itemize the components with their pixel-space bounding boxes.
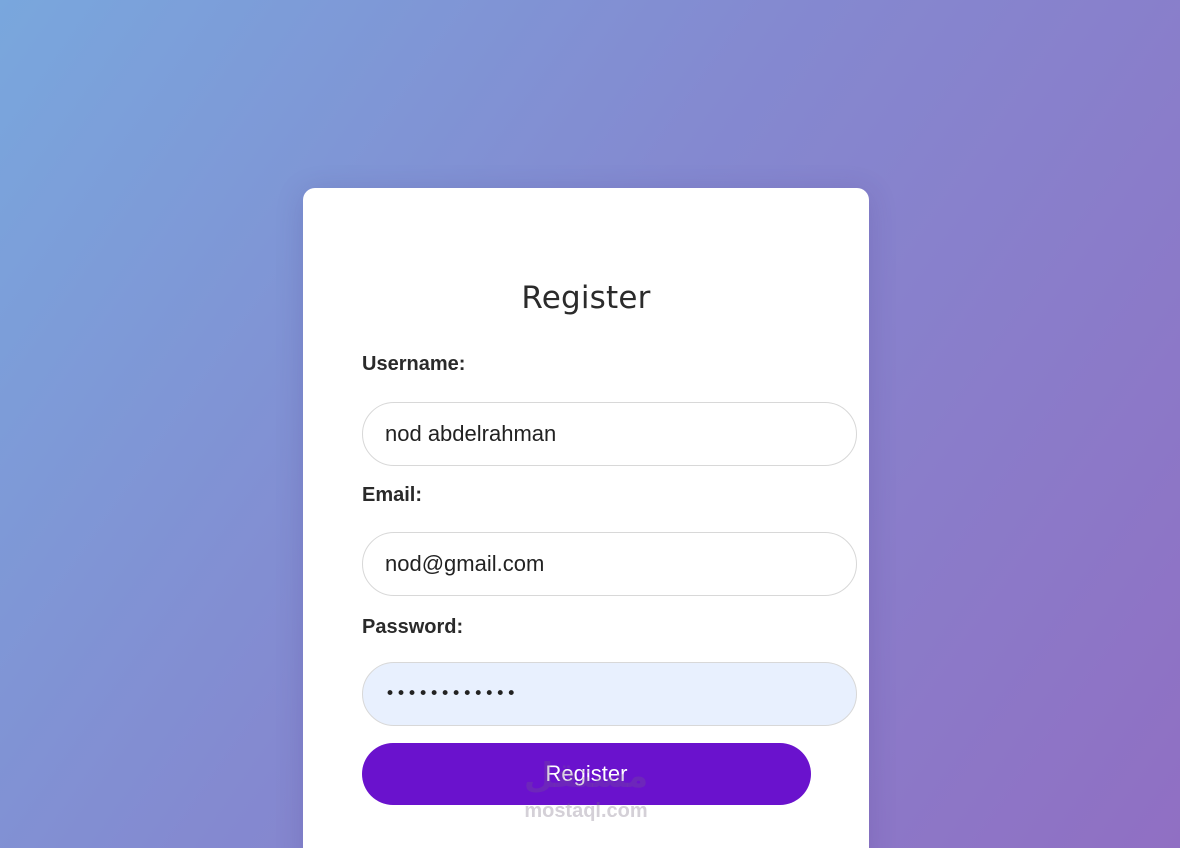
username-input[interactable]: [362, 402, 857, 466]
register-button[interactable]: Register: [362, 743, 811, 805]
email-input[interactable]: [362, 532, 857, 596]
password-label: Password:: [362, 616, 464, 638]
password-input[interactable]: ••••••••••••: [362, 662, 857, 726]
page-title: Register: [521, 280, 651, 316]
email-label: Email:: [362, 484, 423, 506]
register-card: Register Username: Email: Password: ••••…: [303, 188, 869, 848]
password-dots: ••••••••••••: [385, 684, 518, 704]
username-label: Username:: [362, 353, 466, 375]
